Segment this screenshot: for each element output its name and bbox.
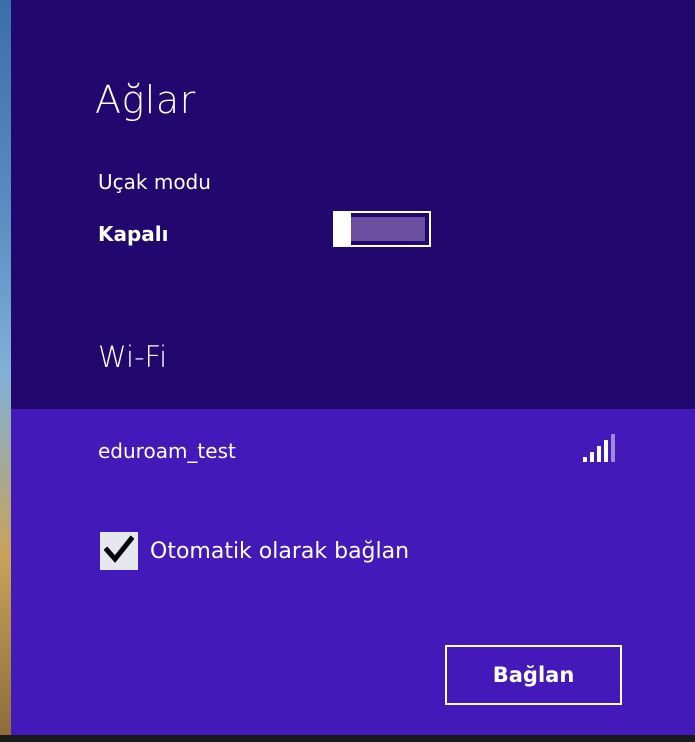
auto-connect-checkbox[interactable] (100, 532, 138, 570)
connect-button[interactable]: Bağlan (445, 645, 622, 705)
signal-bar-1 (583, 457, 587, 462)
toggle-track (339, 217, 425, 241)
airplane-mode-label: Uçak modu (98, 170, 211, 194)
network-item-selected[interactable]: eduroam_test Otomatik olarak bağlan Bağl… (11, 409, 695, 742)
airplane-mode-state: Kapalı (98, 222, 169, 246)
airplane-mode-toggle[interactable] (333, 211, 431, 247)
taskbar-edge (0, 735, 695, 742)
checkmark-icon (104, 535, 134, 563)
wifi-signal-bars-icon (583, 434, 615, 462)
panel-title: Ağlar (95, 78, 196, 122)
signal-bar-2 (590, 452, 594, 462)
toggle-thumb[interactable] (333, 211, 351, 247)
auto-connect-option[interactable]: Otomatik olarak bağlan (100, 532, 409, 570)
networks-charm-panel: Ağlar Uçak modu Kapalı Wi-Fi eduroam_tes… (11, 0, 695, 742)
signal-bar-5 (611, 434, 615, 462)
signal-bar-3 (597, 446, 601, 462)
network-name: eduroam_test (98, 439, 236, 463)
desktop-background-edge (0, 0, 11, 742)
signal-bar-4 (604, 440, 608, 462)
screen: Ağlar Uçak modu Kapalı Wi-Fi eduroam_tes… (0, 0, 695, 742)
auto-connect-label: Otomatik olarak bağlan (150, 538, 410, 564)
wifi-section-title: Wi-Fi (98, 340, 168, 374)
